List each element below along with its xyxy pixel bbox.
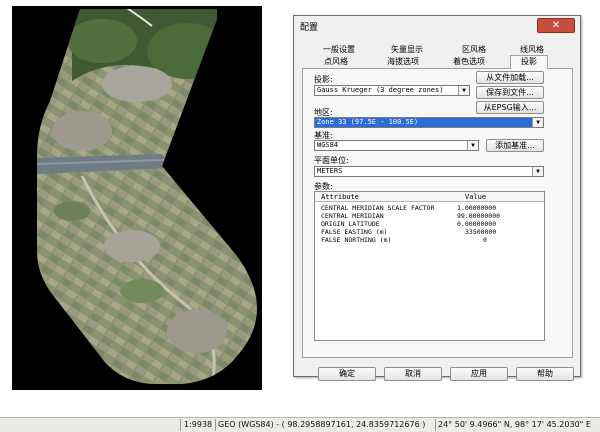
tab-area-style[interactable]: 区风格: [454, 44, 494, 55]
help-button[interactable]: 帮助: [516, 367, 574, 381]
col-attribute: Attribute: [321, 193, 359, 201]
dropdown-arrow-icon: ▼: [532, 167, 543, 176]
table-row: FALSE NORTHING (m) 0: [315, 236, 544, 244]
tab-elevation[interactable]: 海拔选项: [380, 56, 426, 67]
dialog-title: 配置: [300, 23, 319, 33]
tab-vector-display[interactable]: 矢量显示: [384, 44, 430, 55]
cursor-dms: 24° 50' 9.4966" N, 98° 17' 45.2030" E: [438, 420, 591, 429]
row-attr: CENTRAL MERIDIAN SCALE FACTOR: [321, 204, 435, 212]
config-dialog: 配置 ✕ 一般设置 矢量显示 区风格 线风格 点风格 海拔选项 着色选项 投影 …: [293, 15, 581, 381]
dropdown-arrow-icon: ▼: [467, 141, 478, 150]
datum-select[interactable]: WGS84 ▼: [314, 140, 479, 151]
row-value: 0.00000000: [457, 220, 497, 228]
cancel-button[interactable]: 取消: [384, 367, 442, 381]
units-value: METERS: [317, 167, 343, 175]
tab-shading[interactable]: 着色选项: [446, 56, 492, 67]
tab-projection[interactable]: 投影: [510, 55, 548, 69]
row-attr: CENTRAL MERIDIAN: [321, 212, 384, 220]
close-button[interactable]: ✕: [537, 18, 575, 33]
close-icon: ✕: [551, 20, 561, 31]
params-header: Attribute Value: [315, 192, 544, 202]
table-row: FALSE EASTING (m) 33500000: [315, 228, 544, 236]
status-divider: [435, 419, 436, 431]
projection-select[interactable]: Gauss Krueger (3 degree zones) ▼: [314, 85, 470, 96]
status-divider: [215, 419, 216, 431]
row-attr: FALSE EASTING (m): [321, 228, 388, 236]
map-viewer[interactable]: [12, 6, 262, 390]
dropdown-arrow-icon: ▼: [458, 86, 469, 95]
table-row: CENTRAL MERIDIAN 99.00000000: [315, 212, 544, 220]
zone-value: Zone 33 (97.5E - 100.5E): [317, 118, 419, 126]
tab-point-style[interactable]: 点风格: [316, 56, 356, 67]
tab-general[interactable]: 一般设置: [316, 44, 362, 55]
tab-line-style[interactable]: 线风格: [512, 44, 552, 55]
units-label: 平面单位:: [314, 156, 349, 165]
imagery-footprint: [37, 9, 257, 384]
zone-select[interactable]: Zone 33 (97.5E - 100.5E) ▼: [314, 117, 544, 128]
save-to-file-button[interactable]: 保存到文件...: [476, 86, 544, 99]
units-select[interactable]: METERS ▼: [314, 166, 544, 177]
cursor-coords: GEO (WGS84) - ( 98.2958897161, 24.835971…: [218, 420, 426, 429]
import-epsg-button[interactable]: 从EPSG输入...: [476, 101, 544, 114]
row-attr: FALSE NORTHING (m): [321, 236, 392, 244]
row-value: 33500000: [465, 228, 497, 236]
params-table: Attribute Value CENTRAL MERIDIAN SCALE F…: [314, 191, 545, 341]
row-attr: ORIGIN LATITUDE: [321, 220, 380, 228]
table-row: ORIGIN LATITUDE 0.00000000: [315, 220, 544, 228]
map-scale: 1:9938: [184, 420, 213, 429]
table-row: CENTRAL MERIDIAN SCALE FACTOR 1.00000000: [315, 204, 544, 212]
dropdown-arrow-icon: ▼: [532, 118, 543, 127]
row-value: 99.00000000: [457, 212, 501, 220]
add-datum-button[interactable]: 添加基准...: [486, 139, 544, 152]
ok-button[interactable]: 确定: [318, 367, 376, 381]
apply-button[interactable]: 应用: [450, 367, 508, 381]
status-bar: 1:9938 GEO (WGS84) - ( 98.2958897161, 24…: [0, 417, 600, 432]
row-value: 1.00000000: [457, 204, 497, 212]
row-value: 0: [483, 236, 487, 244]
projection-value: Gauss Krueger (3 degree zones): [317, 86, 444, 94]
load-from-file-button[interactable]: 从文件加载...: [476, 71, 544, 84]
col-value: Value: [465, 193, 487, 201]
projection-label: 投影:: [314, 75, 333, 84]
datum-value: WGS84: [317, 141, 339, 149]
status-divider: [180, 419, 181, 431]
